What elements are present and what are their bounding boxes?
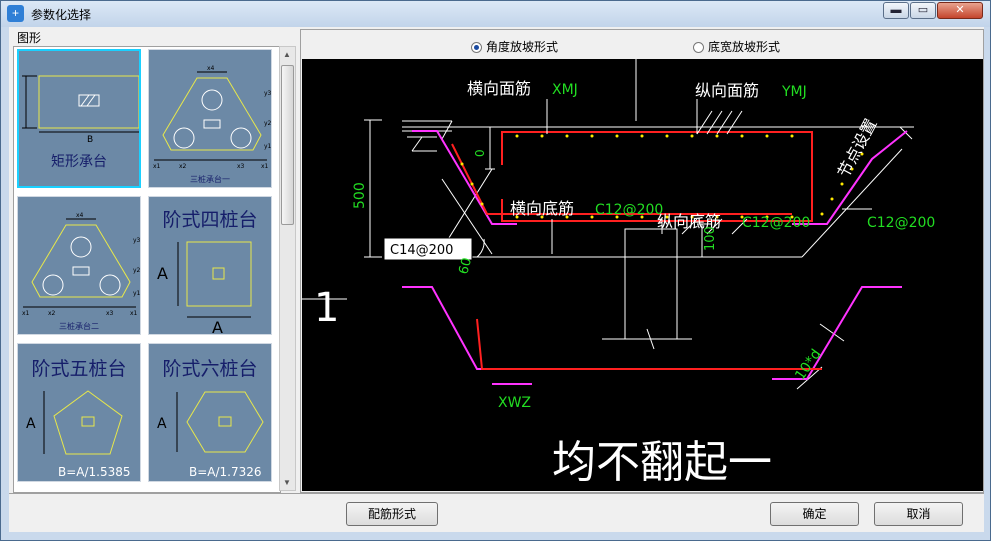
dim-label: x2: [48, 310, 56, 317]
cancel-button[interactable]: 取消: [874, 502, 963, 526]
footer-separator: [9, 493, 984, 494]
dim-label: A: [157, 264, 168, 283]
label-node-setting: 节点设置: [834, 115, 881, 180]
label-longitudinal-top-code: YMJ: [781, 84, 807, 100]
thumb-caption: 三桩承台二: [59, 322, 99, 331]
dim-label: y3: [133, 237, 141, 244]
ok-button[interactable]: 确定: [770, 502, 859, 526]
shape-panel: 图形 B 矩形承台 x4 y3 y2 y1 x1 x2 x3 x1 三桩承台一 …: [9, 27, 298, 493]
dim-label: x1: [22, 310, 30, 317]
rect-cap-dim-b: B: [87, 135, 93, 145]
dim-label: x4: [76, 212, 84, 219]
dim-label: y1: [133, 290, 141, 297]
thumb-stepped-five-pile-cap[interactable]: 阶式五桩台 A B=A/1.5385: [17, 343, 141, 482]
radio-angle-slope[interactable]: 角度放坡形式: [471, 38, 558, 55]
label-note: 均不翻起一: [552, 437, 772, 488]
label-transverse-top-code: XMJ: [552, 82, 578, 98]
thumb-stepped-four-pile-cap[interactable]: 阶式四桩台 A A: [148, 196, 272, 335]
thumb-stepped-six-pile-cap[interactable]: 阶式六桩台 A B=A/1.7326: [148, 343, 272, 482]
rebar-form-button[interactable]: 配筋形式: [346, 502, 438, 526]
radio-unchecked-icon[interactable]: [693, 42, 704, 53]
window-title: 参数化选择: [31, 8, 92, 22]
label-right-value: C12@200: [867, 215, 935, 231]
radio-label: 角度放坡形式: [486, 40, 559, 54]
dialog-window: + 参数化选择 ▬ ▭ ✕ 图形 B 矩形承台 x4 y3 y2 y1 x1 x…: [0, 0, 991, 541]
gallery-scrollbar[interactable]: ▲ ▼: [279, 46, 296, 491]
three-pile-cap-1-icon: x4 y3 y2 y1 x1 x2 x3 x1: [153, 65, 272, 170]
dim-label: A: [157, 416, 167, 432]
title-bar[interactable]: + 参数化选择 ▬ ▭ ✕: [1, 1, 990, 27]
label-longitudinal-top: 纵向面筋: [695, 81, 759, 100]
scroll-thumb[interactable]: [281, 65, 294, 225]
dim-label: x1: [130, 310, 138, 317]
radio-label: 底宽放坡形式: [708, 40, 781, 54]
label-transverse-bottom-value: C12@200: [595, 202, 663, 218]
maximize-button[interactable]: ▭: [910, 2, 936, 19]
preview-panel: 角度放坡形式 底宽放坡形式 横向面筋 XMJ 纵向面筋 YMJ 节点设置 横向底…: [300, 29, 984, 493]
radio-width-slope[interactable]: 底宽放坡形式: [693, 38, 780, 55]
pile-cap-section-drawing: 横向面筋 XMJ 纵向面筋 YMJ 节点设置 横向底筋 C12@200 纵向底筋…: [302, 59, 935, 488]
dim-label: A: [212, 318, 223, 335]
app-icon: +: [7, 5, 24, 22]
label-longitudinal-bottom-value: C12@200: [742, 215, 810, 231]
thumb-three-pile-cap-2[interactable]: x4 y3 y2 y1 x1 x2 x3 x1 三桩承台二: [17, 196, 141, 335]
stepped-four-pile-cap-icon: A A: [157, 241, 252, 335]
dim-label: y2: [264, 120, 272, 127]
dim-label: x1: [261, 163, 269, 170]
drawing-canvas[interactable]: 横向面筋 XMJ 纵向面筋 YMJ 节点设置 横向底筋 C12@200 纵向底筋…: [302, 59, 983, 491]
dim-label: y1: [264, 143, 272, 150]
thumb-three-pile-cap-1[interactable]: x4 y3 y2 y1 x1 x2 x3 x1 三桩承台一: [148, 49, 272, 188]
shape-panel-label: 图形: [17, 31, 42, 45]
minimize-button[interactable]: ▬: [883, 2, 909, 19]
dim-label: y3: [264, 90, 272, 97]
thumb-rect-cap[interactable]: B 矩形承台: [17, 49, 141, 188]
label-height: 500: [352, 182, 368, 209]
label-xwz: XWZ: [498, 395, 531, 411]
dim-label: x4: [207, 65, 215, 72]
dim-label: A: [26, 416, 36, 432]
label-section-mark: 1: [314, 285, 339, 331]
label-transverse-bottom: 横向底筋: [510, 199, 574, 218]
thumb-caption: 三桩承台一: [190, 175, 230, 184]
dim-label: y2: [133, 267, 141, 274]
dim-label: x2: [179, 163, 187, 170]
radio-checked-icon[interactable]: [471, 42, 482, 53]
label-lap-length: 10*d: [792, 347, 824, 384]
formula-label: B=A/1.5385: [58, 465, 131, 479]
label-slope-rebar[interactable]: C14@200: [390, 243, 453, 258]
label-bottom-gap: 100: [703, 226, 718, 251]
formula-label: B=A/1.7326: [189, 465, 262, 479]
rebar-lines: [451, 131, 822, 370]
dim-label: x3: [237, 163, 245, 170]
three-pile-cap-2-icon: x4 y3 y2 y1 x1 x2 x3 x1: [22, 212, 141, 317]
stepped-six-pile-cap-icon: A B=A/1.7326: [157, 391, 264, 479]
thumb-caption: 矩形承台: [51, 154, 107, 170]
dialog-body: 图形 B 矩形承台 x4 y3 y2 y1 x1 x2 x3 x1 三桩承台一 …: [9, 27, 984, 532]
dim-label: x1: [153, 163, 161, 170]
label-top-gap: 0: [473, 149, 487, 157]
close-button[interactable]: ✕: [937, 2, 983, 19]
shape-gallery: B 矩形承台 x4 y3 y2 y1 x1 x2 x3 x1 三桩承台一 x4 …: [13, 46, 281, 493]
scroll-up-arrow-icon[interactable]: ▲: [283, 50, 291, 59]
scroll-down-arrow-icon[interactable]: ▼: [283, 478, 291, 487]
label-transverse-top: 横向面筋: [467, 79, 531, 98]
dim-label: x3: [106, 310, 114, 317]
stepped-five-pile-cap-icon: A B=A/1.5385: [26, 390, 131, 479]
